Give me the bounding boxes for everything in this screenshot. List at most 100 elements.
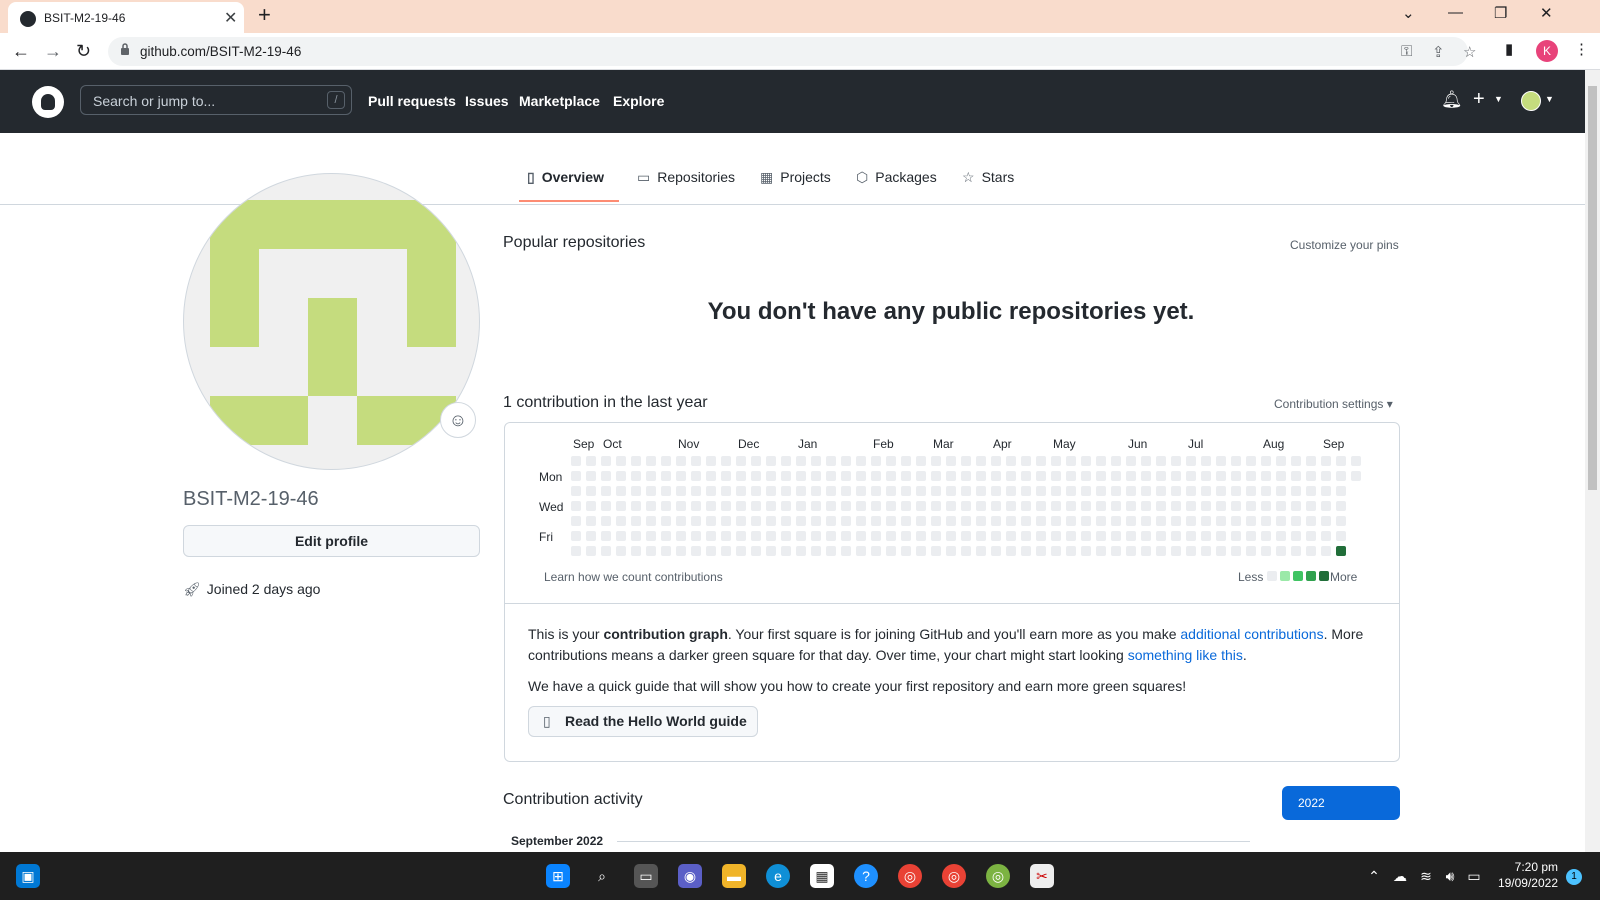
contribution-day[interactable] <box>616 516 626 526</box>
contribution-day[interactable] <box>946 456 956 466</box>
contribution-day[interactable] <box>706 471 716 481</box>
contribution-day[interactable] <box>601 471 611 481</box>
contribution-day[interactable] <box>871 486 881 496</box>
contribution-day[interactable] <box>811 531 821 541</box>
contribution-day[interactable] <box>1171 531 1181 541</box>
contribution-day[interactable] <box>811 486 821 496</box>
contribution-day[interactable] <box>1021 486 1031 496</box>
share-icon[interactable]: ⇪ <box>1432 43 1445 61</box>
contribution-day[interactable] <box>691 516 701 526</box>
contribution-day[interactable] <box>1291 516 1301 526</box>
contribution-day[interactable] <box>1201 546 1211 556</box>
contribution-day[interactable] <box>901 486 911 496</box>
contribution-day[interactable] <box>796 471 806 481</box>
contribution-day[interactable] <box>751 546 761 556</box>
contribution-day[interactable] <box>1051 486 1061 496</box>
contribution-day[interactable] <box>1201 486 1211 496</box>
contribution-day[interactable] <box>781 531 791 541</box>
contribution-day[interactable] <box>1231 531 1241 541</box>
contribution-day[interactable] <box>1231 546 1241 556</box>
contribution-day[interactable] <box>751 501 761 511</box>
contribution-day[interactable] <box>721 456 731 466</box>
contribution-day[interactable] <box>991 456 1001 466</box>
contribution-day[interactable] <box>1336 501 1346 511</box>
contribution-day[interactable] <box>1066 546 1076 556</box>
contribution-day[interactable] <box>841 516 851 526</box>
contribution-day[interactable] <box>1306 516 1316 526</box>
browser-profile-avatar[interactable]: K <box>1536 40 1558 62</box>
browser-menu-icon[interactable]: ⋮ <box>1574 40 1589 58</box>
contribution-day[interactable] <box>1006 516 1016 526</box>
contribution-day[interactable] <box>766 531 776 541</box>
contribution-day[interactable] <box>991 531 1001 541</box>
contribution-day[interactable] <box>1141 501 1151 511</box>
contribution-day[interactable] <box>601 501 611 511</box>
contribution-day[interactable] <box>961 546 971 556</box>
contribution-day[interactable] <box>586 546 596 556</box>
contribution-day[interactable] <box>886 531 896 541</box>
contribution-day[interactable] <box>1231 456 1241 466</box>
contribution-day[interactable] <box>1051 546 1061 556</box>
contribution-day[interactable] <box>601 486 611 496</box>
contribution-day[interactable] <box>736 471 746 481</box>
contribution-day[interactable] <box>811 546 821 556</box>
contribution-day[interactable] <box>646 456 656 466</box>
contribution-day[interactable] <box>1276 486 1286 496</box>
contribution-day[interactable] <box>616 486 626 496</box>
contribution-day[interactable] <box>856 546 866 556</box>
contribution-day[interactable] <box>946 516 956 526</box>
contribution-day[interactable] <box>676 486 686 496</box>
contribution-day[interactable] <box>1171 486 1181 496</box>
contribution-day[interactable] <box>796 486 806 496</box>
contribution-day[interactable] <box>1291 501 1301 511</box>
contribution-day[interactable] <box>1006 546 1016 556</box>
contribution-day[interactable] <box>706 501 716 511</box>
contribution-day[interactable] <box>1156 456 1166 466</box>
contribution-day[interactable] <box>571 546 581 556</box>
contribution-day[interactable] <box>826 546 836 556</box>
contribution-day[interactable] <box>931 531 941 541</box>
contribution-day[interactable] <box>886 546 896 556</box>
address-bar[interactable]: github.com/BSIT-M2-19-46 ⚿ ⇪ ☆ <box>108 37 1476 66</box>
contribution-day[interactable] <box>1216 546 1226 556</box>
contribution-day[interactable] <box>766 471 776 481</box>
contribution-day[interactable] <box>766 516 776 526</box>
password-key-icon[interactable]: ⚿ <box>1401 43 1412 60</box>
contribution-day[interactable] <box>796 516 806 526</box>
contribution-day[interactable] <box>661 546 671 556</box>
widgets-icon[interactable]: ▣ <box>16 864 40 888</box>
contribution-day[interactable] <box>811 471 821 481</box>
contribution-day[interactable] <box>1081 531 1091 541</box>
edge-icon[interactable]: e <box>766 864 790 888</box>
contribution-day[interactable] <box>691 456 701 466</box>
contribution-day[interactable] <box>961 531 971 541</box>
contribution-day[interactable] <box>1051 471 1061 481</box>
contribution-day[interactable] <box>766 486 776 496</box>
contribution-day[interactable] <box>571 486 581 496</box>
contribution-day[interactable] <box>901 456 911 466</box>
contribution-day[interactable] <box>841 501 851 511</box>
contribution-day[interactable] <box>856 456 866 466</box>
contribution-day[interactable] <box>856 501 866 511</box>
contribution-day[interactable] <box>586 531 596 541</box>
contribution-day[interactable] <box>991 516 1001 526</box>
contribution-day[interactable] <box>766 501 776 511</box>
contribution-day[interactable] <box>1081 546 1091 556</box>
reload-icon[interactable]: ↻ <box>76 41 91 62</box>
contribution-day[interactable] <box>811 456 821 466</box>
contribution-day[interactable] <box>676 471 686 481</box>
contribution-day[interactable] <box>871 546 881 556</box>
user-avatar[interactable] <box>1521 91 1541 111</box>
contribution-day[interactable] <box>1036 501 1046 511</box>
contribution-day[interactable] <box>1021 546 1031 556</box>
contribution-day[interactable] <box>1141 516 1151 526</box>
contribution-day[interactable] <box>961 456 971 466</box>
contribution-day[interactable] <box>1216 486 1226 496</box>
contribution-day[interactable] <box>856 486 866 496</box>
contribution-day[interactable] <box>1036 516 1046 526</box>
contribution-day[interactable] <box>1321 501 1331 511</box>
contribution-day[interactable] <box>1051 531 1061 541</box>
contribution-day[interactable] <box>676 501 686 511</box>
contribution-day[interactable] <box>586 486 596 496</box>
contribution-day[interactable] <box>976 531 986 541</box>
